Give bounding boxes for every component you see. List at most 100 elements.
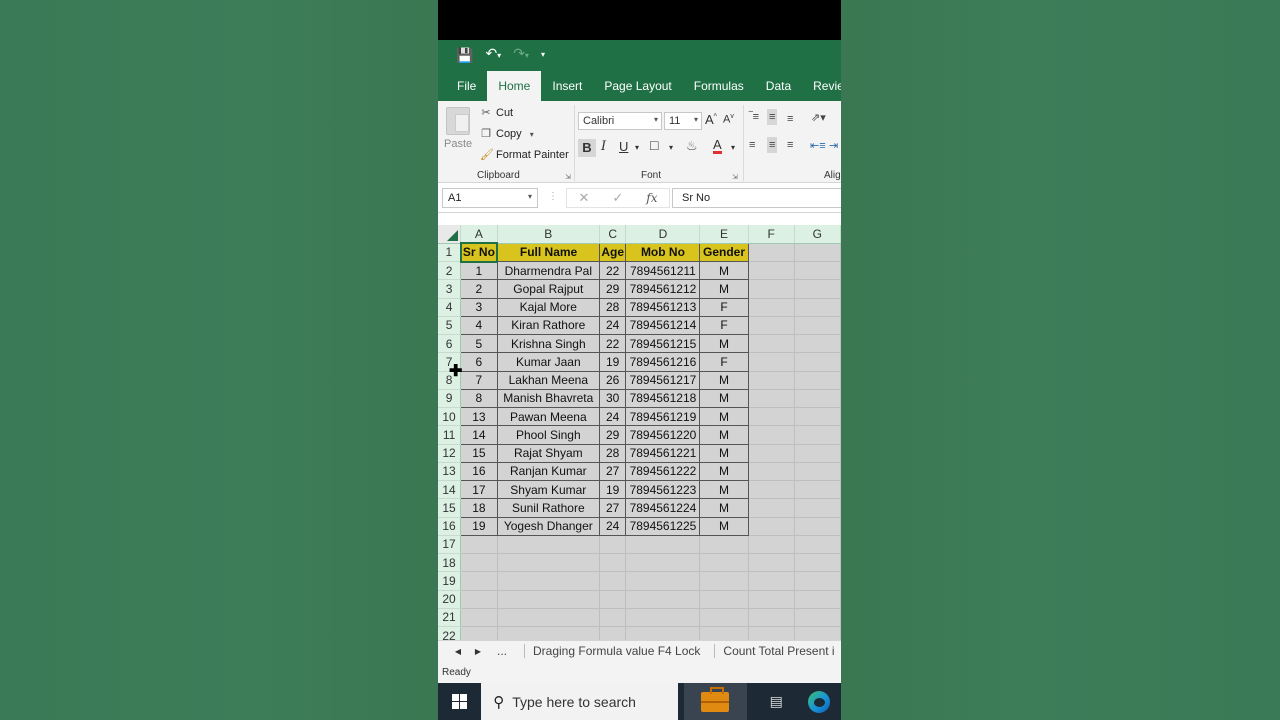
empty-cell[interactable] bbox=[599, 553, 627, 573]
column-header[interactable]: G bbox=[794, 225, 841, 244]
empty-cell[interactable] bbox=[794, 444, 841, 463]
empty-cell[interactable] bbox=[794, 371, 841, 390]
row-header[interactable]: 20 bbox=[438, 590, 462, 609]
empty-cell[interactable] bbox=[748, 444, 795, 463]
dialog-launcher-icon[interactable]: ⇲ bbox=[565, 173, 571, 181]
header-cell[interactable]: Gender bbox=[699, 242, 749, 263]
italic-button[interactable]: I bbox=[601, 139, 606, 154]
empty-cell[interactable] bbox=[748, 261, 795, 281]
empty-cell[interactable] bbox=[794, 316, 841, 336]
empty-cell[interactable] bbox=[699, 626, 749, 640]
row-header[interactable]: 6 bbox=[438, 334, 462, 354]
data-cell[interactable]: 16 bbox=[460, 461, 498, 482]
empty-cell[interactable] bbox=[625, 571, 701, 591]
empty-cell[interactable] bbox=[794, 389, 841, 409]
tab-revie[interactable]: Revie bbox=[802, 71, 841, 101]
data-cell[interactable]: Kiran Rathore bbox=[496, 315, 600, 336]
row-header[interactable]: 19 bbox=[438, 571, 462, 591]
font-name-select[interactable]: Calibri ▾ bbox=[578, 112, 662, 130]
data-cell[interactable]: Dharmendra Pal bbox=[496, 260, 600, 281]
format-painter-button[interactable]: 🖌 Format Painter bbox=[480, 149, 569, 161]
chevron-down-icon[interactable]: ▾ bbox=[635, 143, 639, 152]
tab-home[interactable]: Home bbox=[487, 71, 542, 101]
align-left-icon[interactable]: ≡ bbox=[749, 139, 755, 151]
empty-cell[interactable] bbox=[497, 571, 600, 591]
empty-cell[interactable] bbox=[699, 608, 749, 628]
data-cell[interactable]: Kajal More bbox=[496, 297, 600, 317]
data-cell[interactable]: 5 bbox=[460, 333, 498, 354]
data-cell[interactable]: Lakhan Meena bbox=[496, 370, 600, 390]
data-cell[interactable]: 28 bbox=[598, 297, 627, 317]
data-cell[interactable]: 7894561215 bbox=[625, 333, 701, 354]
empty-cell[interactable] bbox=[794, 553, 841, 573]
tab-page-layout[interactable]: Page Layout bbox=[593, 71, 682, 101]
row-header[interactable]: 11 bbox=[438, 425, 462, 445]
fill-color-icon[interactable]: ♨ bbox=[686, 138, 698, 154]
chevron-down-icon[interactable]: ▾ bbox=[731, 143, 735, 152]
empty-cell[interactable] bbox=[794, 608, 841, 628]
empty-cell[interactable] bbox=[625, 535, 701, 555]
copy-button[interactable]: ❐ Copy ▾ bbox=[480, 128, 534, 140]
dialog-launcher-icon[interactable]: ⇲ bbox=[732, 173, 738, 181]
data-cell[interactable]: 27 bbox=[598, 498, 627, 518]
empty-cell[interactable] bbox=[794, 517, 841, 536]
data-cell[interactable]: F bbox=[699, 315, 749, 336]
data-cell[interactable]: M bbox=[699, 406, 749, 427]
empty-cell[interactable] bbox=[794, 425, 841, 445]
select-all-corner[interactable] bbox=[438, 225, 462, 244]
increase-font-icon[interactable]: A^ bbox=[705, 112, 717, 127]
worksheet-grid[interactable]: A B C D E F G 1 Sr No Full Name Age Mob No Gender 2 1 D… bbox=[438, 225, 841, 640]
header-cell[interactable]: Sr No bbox=[459, 242, 499, 263]
row-header[interactable]: 2 bbox=[438, 261, 462, 281]
decrease-font-icon[interactable]: Av bbox=[723, 113, 734, 126]
taskbar-app-briefcase[interactable] bbox=[683, 683, 747, 720]
data-cell[interactable]: 7894561220 bbox=[625, 425, 701, 445]
data-cell[interactable]: 26 bbox=[598, 370, 627, 390]
empty-cell[interactable] bbox=[748, 571, 795, 591]
data-cell[interactable]: 7894561213 bbox=[625, 297, 701, 317]
empty-cell[interactable] bbox=[599, 626, 627, 640]
empty-cell[interactable] bbox=[748, 279, 795, 299]
data-cell[interactable]: 17 bbox=[460, 479, 498, 500]
row-header[interactable]: 1 bbox=[438, 243, 462, 263]
increase-indent-icon[interactable]: ⇥ bbox=[829, 139, 838, 152]
row-header[interactable]: 16 bbox=[438, 517, 462, 536]
data-cell[interactable]: 30 bbox=[598, 388, 627, 409]
empty-cell[interactable] bbox=[748, 407, 795, 427]
row-header[interactable]: 18 bbox=[438, 553, 462, 573]
row-header[interactable]: 4 bbox=[438, 298, 462, 317]
empty-cell[interactable] bbox=[497, 535, 600, 555]
empty-cell[interactable] bbox=[625, 626, 701, 640]
column-header[interactable]: C bbox=[599, 225, 627, 244]
underline-button[interactable]: U bbox=[619, 139, 628, 154]
empty-cell[interactable] bbox=[625, 608, 701, 628]
data-cell[interactable]: M bbox=[699, 388, 749, 409]
save-icon[interactable]: 💾 bbox=[456, 48, 473, 62]
empty-cell[interactable] bbox=[794, 571, 841, 591]
data-cell[interactable]: Manish Bhavreta bbox=[496, 388, 600, 409]
data-cell[interactable]: F bbox=[699, 297, 749, 317]
empty-cell[interactable] bbox=[794, 279, 841, 299]
empty-cell[interactable] bbox=[748, 334, 795, 354]
data-cell[interactable]: 7894561222 bbox=[625, 461, 701, 482]
taskbar-app-edge[interactable] bbox=[798, 683, 841, 720]
header-cell[interactable]: Mob No bbox=[625, 242, 701, 263]
empty-cell[interactable] bbox=[625, 553, 701, 573]
empty-cell[interactable] bbox=[794, 334, 841, 354]
empty-cell[interactable] bbox=[748, 553, 795, 573]
data-cell[interactable]: M bbox=[699, 461, 749, 482]
empty-cell[interactable] bbox=[794, 298, 841, 317]
data-cell[interactable]: 19 bbox=[460, 516, 498, 536]
tab-formulas[interactable]: Formulas bbox=[683, 71, 755, 101]
data-cell[interactable]: 4 bbox=[460, 315, 498, 336]
empty-cell[interactable] bbox=[794, 498, 841, 518]
data-cell[interactable]: Sunil Rathore bbox=[496, 498, 600, 518]
data-cell[interactable]: M bbox=[699, 498, 749, 518]
data-cell[interactable]: 7894561211 bbox=[625, 260, 701, 281]
empty-cell[interactable] bbox=[460, 535, 498, 555]
tab-file[interactable]: File bbox=[446, 71, 487, 101]
data-cell[interactable]: M bbox=[699, 370, 749, 390]
data-cell[interactable]: 7894561217 bbox=[625, 370, 701, 390]
empty-cell[interactable] bbox=[699, 590, 749, 609]
row-header[interactable]: 21 bbox=[438, 608, 462, 628]
